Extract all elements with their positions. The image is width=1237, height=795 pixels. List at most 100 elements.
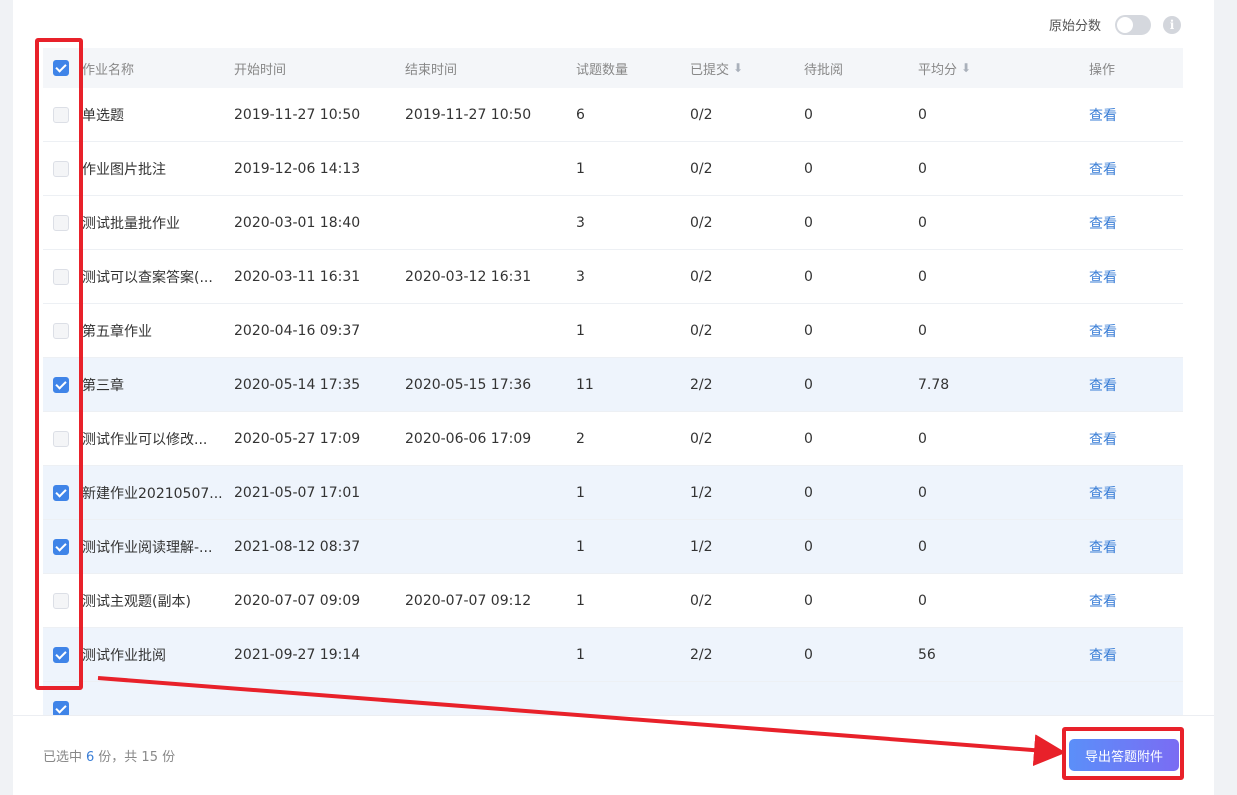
cell-end-time [405, 142, 570, 195]
cell-pending: 0 [804, 214, 813, 231]
top-toolbar: 原始分数 i [13, 0, 1214, 48]
cell-end-time: 2019-11-27 10:50 [405, 106, 532, 123]
toggle-knob [1117, 17, 1133, 33]
selection-summary: 已选中 6 份，共 15 份 [43, 746, 175, 765]
table-row[interactable]: 第三章 2020-05-14 17:35 2020-05-15 17:36 11 2/2… [43, 358, 1183, 412]
cell-pending: 0 [804, 268, 813, 285]
cell-submitted: 0/2 [690, 430, 713, 447]
cell-submitted: 0/2 [690, 592, 713, 609]
cell-name [82, 682, 232, 715]
cell-start-time: 2019-12-06 14:13 [234, 160, 361, 177]
cell-average: 0 [918, 160, 927, 177]
table-row[interactable] [43, 682, 1183, 715]
cell-submitted: 1/2 [690, 538, 713, 555]
row-checkbox[interactable] [53, 701, 69, 715]
cell-end-time [405, 304, 570, 357]
cell-pending: 0 [804, 106, 813, 123]
cell-question-count: 3 [576, 214, 585, 231]
original-score-label: 原始分数 [1048, 19, 1101, 34]
cell-start-time: 2020-03-01 18:40 [234, 214, 361, 231]
cell-name: 作业图片批注 [82, 161, 166, 178]
footer-bar: 已选中 6 份，共 15 份 导出答题附件 [13, 715, 1214, 793]
table-row[interactable]: 测试作业批阅 2021-09-27 19:14 1 2/2 0 56 查看 [43, 628, 1183, 682]
cell-pending: 0 [804, 592, 813, 609]
cell-view-link[interactable]: 查看 [1089, 466, 1169, 519]
homework-table: 作业名称 开始时间 结束时间 试题数量 已提交 ⬇ 待批阅 平均分 ⬇ 操作 单选题… [43, 48, 1183, 715]
cell-name: 新建作业20210507... [82, 485, 223, 502]
cell-pending: 0 [804, 484, 813, 501]
cell-average: 0 [918, 322, 927, 339]
cell-average [918, 682, 1018, 715]
header-name: 作业名称 [82, 62, 135, 78]
cell-start-time: 2020-04-16 09:37 [234, 322, 361, 339]
cell-pending: 0 [804, 376, 813, 393]
cell-start-time: 2020-05-27 17:09 [234, 430, 361, 447]
cell-submitted: 0/2 [690, 106, 713, 123]
cell-average: 0 [918, 214, 927, 231]
cell-question-count: 3 [576, 268, 585, 285]
cell-submitted: 0/2 [690, 322, 713, 339]
info-icon[interactable]: i [1163, 16, 1181, 34]
main-panel: 原始分数 i 作业名称 开始时间 结束时间 试题数量 已提交 ⬇ 待批阅 平均分 ⬇… [13, 0, 1214, 795]
cell-view-link[interactable]: 查看 [1089, 196, 1169, 249]
cell-name: 测试作业可以修改... [82, 431, 208, 448]
cell-question-count: 1 [576, 538, 585, 555]
cell-start-time: 2019-11-27 10:50 [234, 106, 361, 123]
cell-average: 0 [918, 106, 927, 123]
table-row[interactable]: 测试主观题(副本) 2020-07-07 09:09 2020-07-07 09:1… [43, 574, 1183, 628]
cell-start-time [234, 682, 399, 715]
cell-end-time: 2020-05-15 17:36 [405, 376, 532, 393]
cell-submitted: 1/2 [690, 484, 713, 501]
cell-view-link[interactable]: 查看 [1089, 520, 1169, 573]
cell-average: 56 [918, 646, 936, 663]
table-row[interactable]: 作业图片批注 2019-12-06 14:13 1 0/2 0 0 查看 [43, 142, 1183, 196]
table-header: 作业名称 开始时间 结束时间 试题数量 已提交 ⬇ 待批阅 平均分 ⬇ 操作 [43, 48, 1183, 88]
cell-submitted: 2/2 [690, 646, 713, 663]
cell-view-link[interactable]: 查看 [1089, 628, 1169, 681]
cell-name: 测试可以查案答案(... [82, 269, 213, 286]
sort-down-icon[interactable]: ⬇ [733, 61, 743, 75]
table-row[interactable]: 测试作业阅读理解-... 2021-08-12 08:37 1 1/2 0 0 查看 [43, 520, 1183, 574]
cell-submitted: 2/2 [690, 376, 713, 393]
cell-view-link[interactable]: 查看 [1089, 88, 1169, 141]
cell-pending: 0 [804, 646, 813, 663]
header-average[interactable]: 平均分 ⬇ [918, 48, 1018, 88]
cell-end-time [405, 682, 570, 715]
cell-average: 0 [918, 268, 927, 285]
cell-start-time: 2021-05-07 17:01 [234, 484, 361, 501]
header-question-count: 试题数量 [576, 62, 629, 78]
cell-view-link[interactable]: 查看 [1089, 142, 1169, 195]
table-row[interactable]: 新建作业20210507... 2021-05-07 17:01 1 1/2 0 0 查看 [43, 466, 1183, 520]
cell-start-time: 2020-05-14 17:35 [234, 376, 361, 393]
cell-view-link[interactable]: 查看 [1089, 358, 1169, 411]
original-score-toggle[interactable] [1115, 15, 1151, 35]
cell-view-link[interactable]: 查看 [1089, 412, 1169, 465]
cell-pending: 0 [804, 160, 813, 177]
cell-end-time [405, 628, 570, 681]
cell-name: 测试批量批作业 [82, 215, 180, 232]
table-row[interactable]: 测试作业可以修改... 2020-05-27 17:09 2020-06-06 17… [43, 412, 1183, 466]
cell-view-link[interactable]: 查看 [1089, 304, 1169, 357]
cell-pending: 0 [804, 430, 813, 447]
cell-question-count: 1 [576, 160, 585, 177]
header-action: 操作 [1089, 62, 1116, 78]
cell-pending: 0 [804, 322, 813, 339]
cell-submitted: 0/2 [690, 160, 713, 177]
table-row[interactable]: 测试可以查案答案(... 2020-03-11 16:31 2020-03-12 1… [43, 250, 1183, 304]
cell-end-time [405, 196, 570, 249]
cell-view-link[interactable]: 查看 [1089, 574, 1169, 627]
cell-view-link[interactable]: 查看 [1089, 250, 1169, 303]
cell-view-link[interactable] [1089, 682, 1169, 715]
header-submitted-label: 已提交 [690, 62, 730, 78]
table-row[interactable]: 测试批量批作业 2020-03-01 18:40 3 0/2 0 0 查看 [43, 196, 1183, 250]
checkbox-column-highlight [35, 38, 83, 690]
table-row[interactable]: 第五章作业 2020-04-16 09:37 1 0/2 0 0 查看 [43, 304, 1183, 358]
cell-name: 测试作业批阅 [82, 647, 166, 664]
cell-name: 测试主观题(副本) [82, 593, 191, 610]
cell-pending [804, 682, 904, 715]
cell-start-time: 2020-07-07 09:09 [234, 592, 361, 609]
header-submitted[interactable]: 已提交 ⬇ [690, 48, 790, 88]
sort-down-icon[interactable]: ⬇ [961, 61, 971, 75]
table-row[interactable]: 单选题 2019-11-27 10:50 2019-11-27 10:50 6 0/2 0… [43, 88, 1183, 142]
cell-pending: 0 [804, 538, 813, 555]
